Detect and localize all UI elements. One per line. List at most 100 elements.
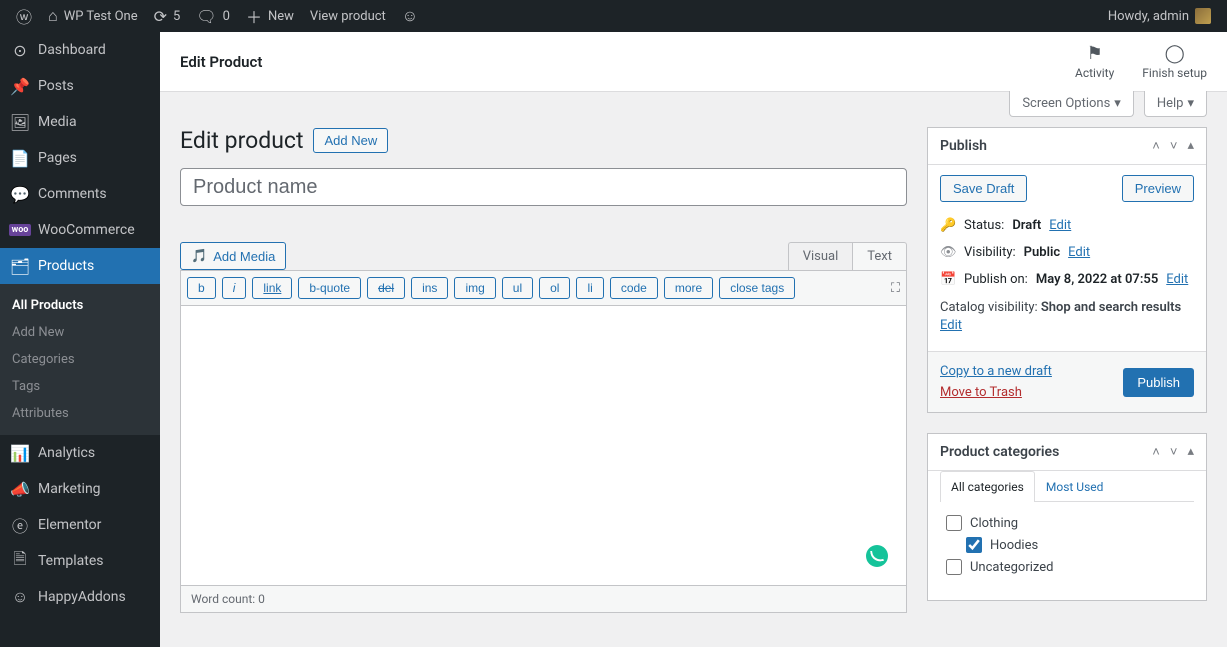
product-title-input[interactable] <box>180 168 907 206</box>
qt-code[interactable]: code <box>610 277 658 299</box>
qt-bquote[interactable]: b-quote <box>298 277 361 299</box>
chevron-up-icon[interactable]: ˄ <box>1152 138 1160 154</box>
tab-most-used[interactable]: Most Used <box>1035 471 1115 502</box>
media-icon: 🖼 <box>10 112 30 132</box>
menu-analytics[interactable]: 📊Analytics <box>0 435 160 471</box>
qt-li[interactable]: li <box>576 277 603 299</box>
admin-sidebar: ⊙Dashboard 📌Posts 🖼Media 📄Pages 💬Comment… <box>0 32 160 647</box>
submenu-categories[interactable]: Categories <box>0 346 160 373</box>
qt-ol[interactable]: ol <box>539 277 570 299</box>
templates-icon: 🗎 <box>10 551 30 571</box>
menu-happyaddons[interactable]: ☺HappyAddons <box>0 579 160 615</box>
submenu-add-new[interactable]: Add New <box>0 319 160 346</box>
screen-options-button[interactable]: Screen Options▾ <box>1009 91 1134 117</box>
wp-logo[interactable]: ⓦ <box>8 0 40 32</box>
circle-icon: ◯ <box>1142 43 1207 64</box>
menu-templates[interactable]: 🗎Templates <box>0 543 160 579</box>
save-draft-button[interactable]: Save Draft <box>940 175 1027 202</box>
wc-header: Edit Product ⚑Activity ◯Finish setup <box>160 32 1227 92</box>
editor-box: 🎵Add Media Visual Text b i link b-quote … <box>180 242 907 613</box>
categories-title: Product categories <box>940 444 1059 460</box>
checkbox-clothing[interactable] <box>946 515 962 531</box>
qt-more[interactable]: more <box>664 277 713 299</box>
visibility-row: 👁 Visibility: Public Edit <box>940 239 1194 266</box>
pages-icon: 📄 <box>10 148 30 168</box>
menu-products[interactable]: 🗂Products <box>0 248 160 284</box>
tab-all-categories[interactable]: All categories <box>940 471 1035 502</box>
new-label: New <box>268 9 294 24</box>
menu-dashboard[interactable]: ⊙Dashboard <box>0 32 160 68</box>
publish-date-row: 📅 Publish on: May 8, 2022 at 07:55 Edit <box>940 266 1194 293</box>
fullscreen-icon[interactable]: ⛶ <box>891 281 900 296</box>
menu-media[interactable]: 🖼Media <box>0 104 160 140</box>
menu-woocommerce[interactable]: wooWooCommerce <box>0 212 160 248</box>
add-new-button[interactable]: Add New <box>313 128 388 153</box>
qt-link[interactable]: link <box>252 277 292 299</box>
chevron-down-icon: ▾ <box>1114 96 1121 111</box>
comment-icon: 🗨 <box>196 7 216 26</box>
edit-status-link[interactable]: Edit <box>1049 218 1071 233</box>
tab-visual[interactable]: Visual <box>788 242 853 270</box>
view-product-label: View product <box>310 9 386 24</box>
my-account-link[interactable]: Howdy, admin <box>1100 0 1219 32</box>
plus-icon: ＋ <box>246 4 262 28</box>
pin-icon: 📌 <box>10 76 30 96</box>
chevron-down-icon[interactable]: ˅ <box>1170 444 1178 460</box>
submenu-attributes[interactable]: Attributes <box>0 400 160 427</box>
edit-date-link[interactable]: Edit <box>1166 272 1188 287</box>
menu-posts[interactable]: 📌Posts <box>0 68 160 104</box>
menu-elementor[interactable]: ⓔElementor <box>0 507 160 543</box>
chevron-up-icon[interactable]: ˄ <box>1152 444 1160 460</box>
menu-marketing[interactable]: 📣Marketing <box>0 471 160 507</box>
move-to-trash-link[interactable]: Move to Trash <box>940 385 1022 400</box>
qt-bold[interactable]: b <box>187 277 216 299</box>
activity-button[interactable]: ⚑Activity <box>1075 43 1114 80</box>
new-content-link[interactable]: ＋ New <box>238 0 302 32</box>
help-button[interactable]: Help▾ <box>1144 91 1207 117</box>
content-area: Edit Product ⚑Activity ◯Finish setup Scr… <box>160 32 1227 647</box>
happyaddons-icon: ☺ <box>10 587 30 607</box>
caret-up-icon[interactable]: ▴ <box>1187 444 1194 460</box>
title-wrap <box>180 168 907 206</box>
qt-ins[interactable]: ins <box>411 277 448 299</box>
content-textarea[interactable] <box>180 306 907 586</box>
comments-link[interactable]: 🗨0 <box>188 0 238 32</box>
category-uncategorized[interactable]: Uncategorized <box>946 556 1188 578</box>
chevron-down-icon: ▾ <box>1187 96 1194 111</box>
chevron-down-icon[interactable]: ˅ <box>1170 138 1178 154</box>
qt-del[interactable]: del <box>367 277 405 299</box>
site-name-link[interactable]: ⌂WP Test One <box>40 0 146 32</box>
category-clothing[interactable]: Clothing <box>946 512 1188 534</box>
menu-pages[interactable]: 📄Pages <box>0 140 160 176</box>
submenu-all-products[interactable]: All Products <box>0 292 160 319</box>
publish-button[interactable]: Publish <box>1123 368 1194 397</box>
edit-catalog-link[interactable]: Edit <box>940 318 962 333</box>
updates-link[interactable]: ⟳5 <box>146 0 189 32</box>
eye-icon: 👁 <box>940 245 956 260</box>
menu-comments[interactable]: 💬Comments <box>0 176 160 212</box>
qt-italic[interactable]: i <box>222 277 247 299</box>
category-hoodies[interactable]: Hoodies <box>966 534 1188 556</box>
copy-draft-link[interactable]: Copy to a new draft <box>940 364 1052 379</box>
add-media-button[interactable]: 🎵Add Media <box>180 242 286 270</box>
finish-setup-button[interactable]: ◯Finish setup <box>1142 43 1207 80</box>
qt-img[interactable]: img <box>454 277 495 299</box>
submenu-tags[interactable]: Tags <box>0 373 160 400</box>
checkbox-uncategorized[interactable] <box>946 559 962 575</box>
dashboard-icon: ⊙ <box>10 40 30 60</box>
checkbox-hoodies[interactable] <box>966 537 982 553</box>
preview-button[interactable]: Preview <box>1122 175 1194 202</box>
tab-text[interactable]: Text <box>852 242 907 270</box>
publish-title: Publish <box>940 138 987 154</box>
calendar-icon: 📅 <box>940 272 956 287</box>
qt-close[interactable]: close tags <box>719 277 795 299</box>
caret-up-icon[interactable]: ▴ <box>1187 138 1194 154</box>
edit-visibility-link[interactable]: Edit <box>1068 245 1090 260</box>
howdy-text: Howdy, admin <box>1108 9 1189 24</box>
view-product-link[interactable]: View product <box>302 0 394 32</box>
qt-ul[interactable]: ul <box>502 277 533 299</box>
page-heading: Edit product <box>180 127 303 154</box>
quicktags-toolbar: b i link b-quote del ins img ul ol li co… <box>180 270 907 306</box>
seo-link[interactable]: ☺ <box>394 0 426 32</box>
grammarly-icon[interactable] <box>866 545 888 567</box>
